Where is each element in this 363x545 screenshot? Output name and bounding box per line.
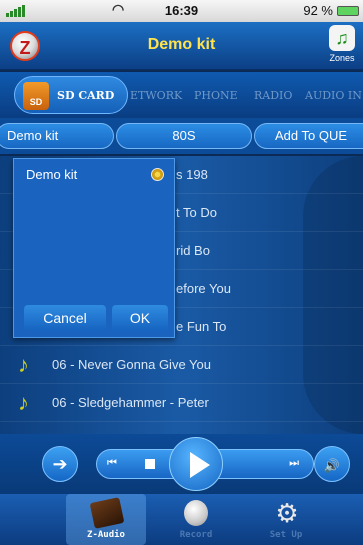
status-bar: ◠ 16:39 92 % [0, 0, 363, 22]
sd-card-icon: SD [23, 82, 49, 110]
bottom-tab-bar: Z-Audio Record ⚙ Set Up [0, 494, 363, 545]
playlist-picker-dialog: Demo kit Cancel OK [13, 158, 175, 338]
cancel-button[interactable]: Cancel [24, 305, 106, 331]
tab-sd-card[interactable]: SD SD CARD [14, 76, 128, 114]
list-item[interactable]: ♪ 06 - Never Gonna Give You [0, 346, 363, 384]
tab-record[interactable]: Record [156, 494, 236, 545]
music-note-icon: ♫ [329, 25, 355, 51]
speaker-icon: 🔊 [323, 458, 341, 473]
selection-bar: Demo kit 80S Add To QUE [0, 118, 363, 154]
selected-radio[interactable] [151, 168, 164, 181]
transport-controls: ➔ ⏮ ⏭ 🔊 [0, 434, 363, 494]
tab-network[interactable]: ETWORK [130, 89, 182, 102]
record-icon [184, 500, 208, 526]
playlist-selector[interactable]: Demo kit [0, 123, 114, 149]
z-audio-device-icon [89, 497, 125, 529]
play-button[interactable] [169, 437, 223, 491]
next-arrow-button[interactable]: ➔ [42, 446, 78, 482]
tab-radio[interactable]: RADIO [254, 89, 292, 102]
source-tabs: SD SD CARD ETWORK PHONE RADIO AUDIO IN [0, 72, 363, 118]
header: Z Demo kit ♫ Zones [0, 22, 363, 70]
ok-button[interactable]: OK [112, 305, 168, 331]
track-title: t To Do [176, 205, 217, 220]
tab-audio-in[interactable]: AUDIO IN [305, 89, 362, 102]
tab-record-label: Record [179, 530, 213, 540]
track-title: 06 - Sledgehammer - Peter [52, 395, 209, 410]
zones-label: Zones [329, 53, 355, 63]
track-title: 06 - Never Gonna Give You [52, 357, 211, 372]
zones-button[interactable]: ♫ Zones [325, 25, 359, 67]
arrow-right-icon: ➔ [52, 454, 68, 474]
fast-forward-button[interactable]: ⏭ [289, 457, 299, 470]
track-title: rid Bo [176, 243, 210, 258]
gear-icon: ⚙ [275, 498, 299, 528]
stop-button[interactable] [145, 459, 155, 469]
page-title: Demo kit [147, 36, 216, 53]
rewind-button[interactable]: ⏮ [107, 457, 117, 470]
genre-selector[interactable]: 80S [116, 123, 252, 149]
play-icon [190, 452, 210, 478]
battery-icon [337, 6, 359, 16]
volume-button[interactable]: 🔊 [314, 446, 350, 482]
tab-z-audio-label: Z-Audio [87, 530, 125, 540]
music-note-icon: ♪ [18, 352, 29, 377]
list-item[interactable]: ♪ 06 - Sledgehammer - Peter [0, 384, 363, 422]
track-title: e Fun To [176, 319, 227, 334]
tab-phone[interactable]: PHONE [194, 89, 238, 102]
tab-sd-card-label: SD CARD [57, 89, 115, 102]
track-title: efore You [176, 281, 231, 296]
tab-set-up-label: Set Up [269, 530, 303, 540]
track-title: s 198 [176, 167, 208, 182]
dialog-option-label[interactable]: Demo kit [26, 167, 77, 182]
tab-z-audio[interactable]: Z-Audio [66, 494, 146, 545]
add-to-queue-button[interactable]: Add To QUE [254, 123, 363, 149]
tab-set-up[interactable]: ⚙ Set Up [246, 494, 326, 545]
battery-percent: 92 % [303, 3, 333, 18]
music-note-icon: ♪ [18, 390, 29, 415]
